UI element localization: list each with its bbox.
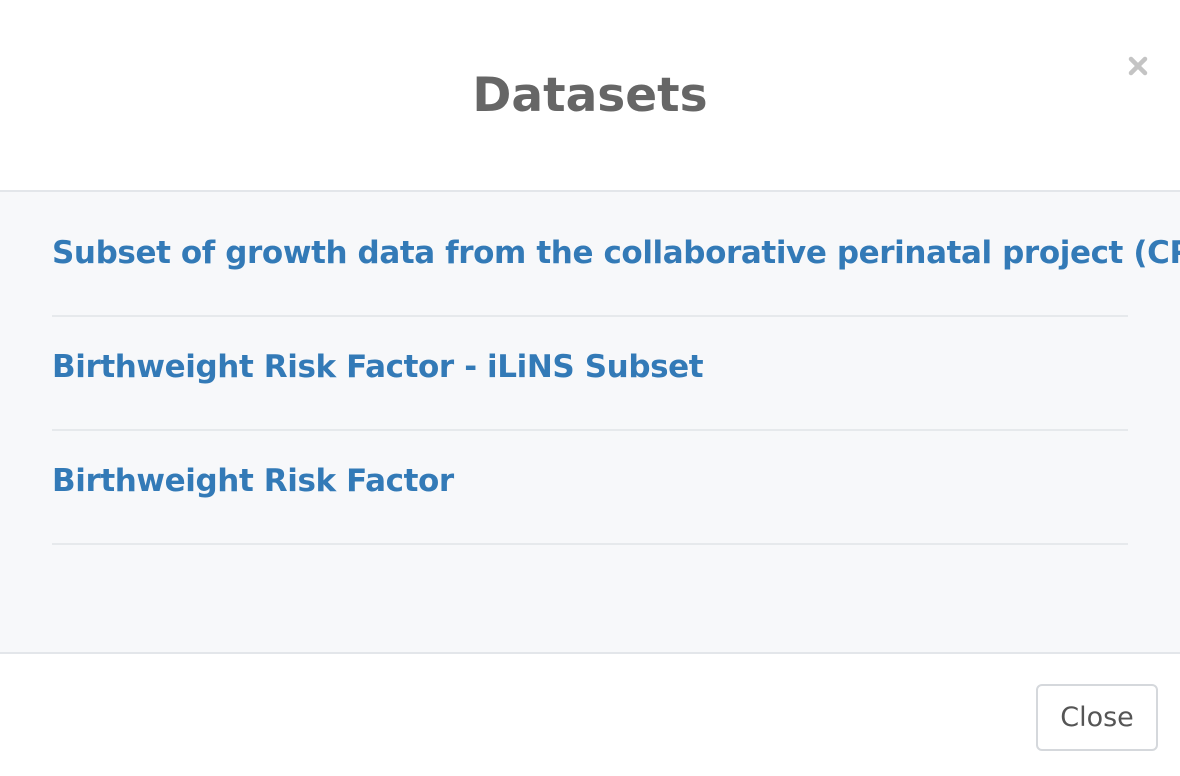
dialog-title: Datasets [472, 68, 708, 123]
list-item: Subset of growth data from the collabora… [52, 203, 1180, 317]
close-button[interactable]: Close [1036, 684, 1158, 751]
list-item: Birthweight Risk Factor [52, 431, 1128, 545]
dataset-link-ilins[interactable]: Birthweight Risk Factor - iLiNS Subset [52, 347, 704, 387]
dialog-footer: Close [0, 654, 1180, 776]
dataset-link-birthweight[interactable]: Birthweight Risk Factor [52, 461, 454, 501]
dataset-link-cpp[interactable]: Subset of growth data from the collabora… [52, 233, 1180, 273]
dialog-header: Datasets [0, 0, 1180, 192]
list-item: Birthweight Risk Factor - iLiNS Subset [52, 317, 1128, 431]
datasets-dialog: Datasets Subset of growth data from the … [0, 0, 1180, 776]
dialog-body: Subset of growth data from the collabora… [0, 192, 1180, 654]
close-icon [1128, 56, 1148, 76]
dataset-list: Subset of growth data from the collabora… [52, 203, 1180, 545]
close-icon-button[interactable] [1118, 46, 1158, 86]
